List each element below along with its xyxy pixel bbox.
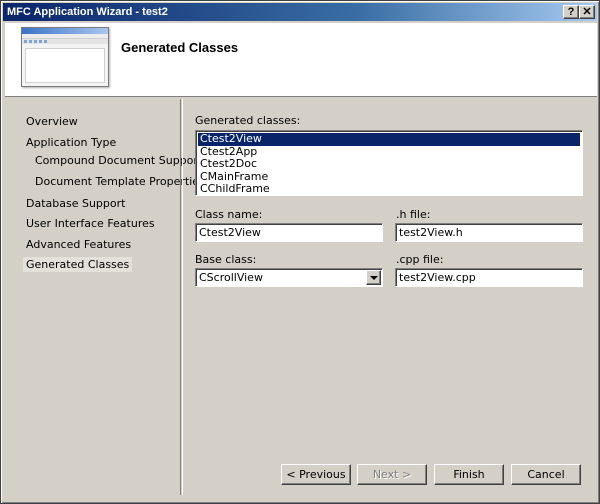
window-title: MFC Application Wizard - test2	[7, 6, 168, 18]
h-file-label: .h file:	[396, 208, 431, 221]
wizard-window: MFC Application Wizard - test2 ? ✕ Gener…	[0, 0, 600, 504]
close-button[interactable]: ✕	[579, 5, 595, 19]
list-item[interactable]: CChildFrame	[198, 182, 580, 195]
list-item[interactable]: Ctest2Doc	[198, 157, 580, 171]
base-class-value: CScrollView	[199, 271, 263, 284]
sidebar-item-advanced-features[interactable]: Advanced Features	[23, 237, 134, 252]
finish-button[interactable]: Finish	[434, 464, 504, 485]
base-class-label: Base class:	[195, 253, 257, 266]
wizard-sidebar: Overview Application Type Compound Docum…	[5, 101, 205, 497]
preview-body	[25, 48, 105, 83]
sidebar-item-overview[interactable]: Overview	[23, 114, 81, 129]
header-banner: Generated Classes	[5, 23, 597, 97]
cancel-button[interactable]: Cancel	[511, 464, 581, 485]
title-bar[interactable]: MFC Application Wizard - test2 ? ✕	[3, 3, 597, 21]
generated-classes-list[interactable]: Ctest2View Ctest2App Ctest2Doc CMainFram…	[195, 130, 583, 196]
page-title: Generated Classes	[121, 40, 239, 55]
chevron-down-icon[interactable]	[366, 270, 381, 285]
generated-classes-label: Generated classes:	[195, 114, 301, 127]
sidebar-item-generated-classes[interactable]: Generated Classes	[23, 257, 133, 272]
sidebar-item-application-type[interactable]: Application Type	[23, 135, 119, 150]
cpp-file-field[interactable]: test2View.cpp	[395, 268, 583, 287]
sidebar-item-user-interface-features[interactable]: User Interface Features	[23, 216, 158, 231]
sidebar-item-database-support[interactable]: Database Support	[23, 196, 128, 211]
previous-button[interactable]: < Previous	[281, 464, 351, 485]
next-button[interactable]: Next >	[357, 464, 427, 485]
base-class-dropdown[interactable]: CScrollView	[195, 268, 383, 287]
cpp-file-label: .cpp file:	[396, 253, 444, 266]
preview-toolbar	[22, 39, 108, 44]
close-icon: ✕	[582, 6, 592, 18]
help-button[interactable]: ?	[563, 5, 579, 19]
list-item[interactable]: Ctest2View	[198, 132, 580, 146]
class-name-label: Class name:	[195, 208, 263, 221]
app-preview-icon	[21, 27, 109, 87]
h-file-field[interactable]: test2View.h	[395, 223, 583, 242]
class-name-field[interactable]: Ctest2View	[195, 223, 383, 242]
sidebar-divider	[180, 99, 183, 495]
